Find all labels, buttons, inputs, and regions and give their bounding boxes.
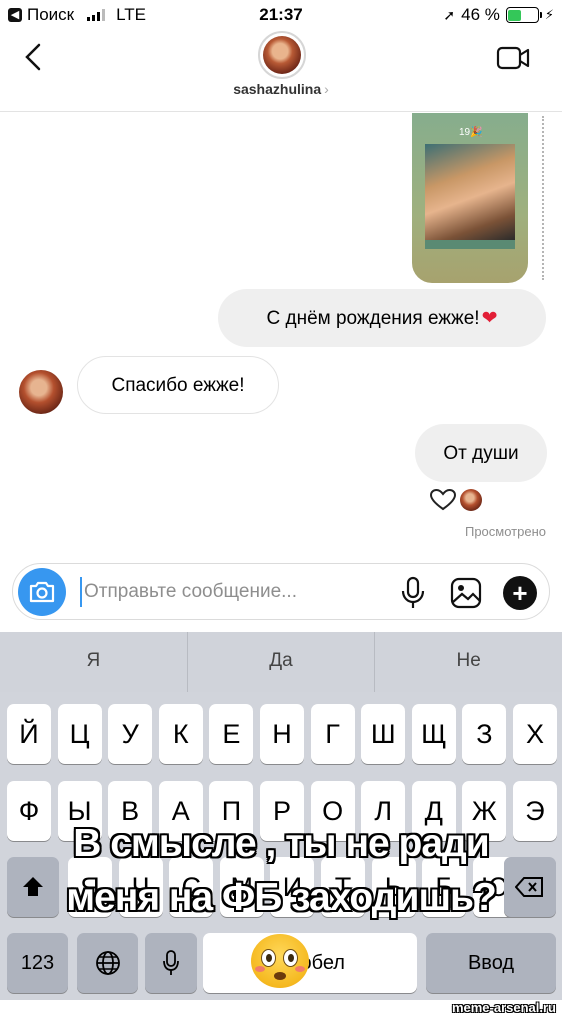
message-input[interactable]	[80, 577, 380, 607]
key-letter[interactable]: З	[462, 704, 507, 764]
meme-caption-line2: меня на ФБ заходишь?	[66, 876, 497, 919]
key-letter[interactable]: Х	[513, 704, 557, 764]
meme-caption-line1: В смысле , ты не ради	[73, 822, 490, 865]
plus-button[interactable]: +	[503, 576, 537, 610]
suggestion[interactable]: Я	[0, 632, 187, 692]
suggestion[interactable]: Да	[186, 632, 375, 692]
camera-button[interactable]	[18, 568, 66, 616]
message-bubble-outgoing[interactable]: С днём рождения ежже! ❤	[218, 289, 546, 347]
heart-emoji: ❤	[481, 307, 498, 329]
return-key[interactable]: Ввод	[426, 933, 556, 993]
chevron-right-icon: ›	[324, 81, 329, 97]
video-call-icon[interactable]	[496, 45, 530, 71]
back-arrow-icon[interactable]	[22, 42, 46, 72]
microphone-icon[interactable]	[400, 576, 426, 610]
message-reactions[interactable]	[430, 489, 482, 511]
story-tag: 19🎉	[459, 127, 483, 138]
contact-avatar[interactable]	[258, 31, 306, 79]
story-photo	[425, 144, 515, 240]
globe-icon	[95, 951, 120, 975]
key-letter[interactable]: Г	[310, 704, 355, 764]
microphone-icon	[163, 950, 179, 975]
shared-story-media[interactable]: 19🎉	[412, 113, 528, 283]
suggestion[interactable]: Не	[374, 632, 562, 692]
seen-status: Просмотрено	[464, 524, 546, 539]
heart-outline-icon[interactable]	[430, 489, 456, 511]
key-letter[interactable]: Н	[260, 704, 304, 764]
message-composer: +	[12, 563, 550, 620]
camera-icon	[29, 581, 55, 603]
back-to-app-icon[interactable]: ◀	[8, 8, 22, 22]
gallery-icon[interactable]	[449, 576, 483, 610]
scroll-indicator	[542, 116, 544, 280]
story-caption-bar	[425, 240, 515, 249]
contact-username[interactable]: sashazhulina ›	[0, 81, 562, 97]
back-app-label[interactable]: Поиск	[27, 5, 74, 25]
key-letter[interactable]: Ш	[361, 704, 406, 764]
message-bubble-incoming[interactable]: Спасибо ежже!	[77, 356, 279, 414]
battery-percent: 46 %	[461, 5, 500, 24]
key-letter[interactable]: Щ	[411, 704, 456, 764]
key-letter[interactable]: У	[108, 704, 153, 764]
signal-icon	[87, 9, 106, 21]
space-key[interactable]: Пробел	[203, 933, 417, 993]
key-letter[interactable]: К	[158, 704, 203, 764]
watermark: meme-arsenal.ru	[451, 1000, 556, 1015]
reaction-avatar	[460, 489, 482, 511]
flushed-emoji	[251, 934, 309, 988]
sender-avatar[interactable]	[19, 370, 63, 414]
numbers-key[interactable]: 123	[7, 933, 68, 993]
battery-icon	[505, 7, 542, 23]
location-icon: ➚	[443, 6, 456, 23]
dictation-key[interactable]	[145, 933, 197, 993]
suggestion-bar: Я Да Не	[0, 632, 562, 692]
message-bubble-outgoing[interactable]: От души	[415, 424, 547, 482]
status-bar: ◀ Поиск LTE 21:37 ➚ 46 % ⚡	[0, 0, 562, 30]
charging-icon: ⚡	[544, 7, 554, 22]
globe-key[interactable]	[77, 933, 138, 993]
key-letter[interactable]: Ц	[57, 704, 102, 764]
chat-header: sashazhulina ›	[0, 30, 562, 112]
key-letter[interactable]: Й	[7, 704, 51, 764]
key-letter[interactable]: Е	[209, 704, 254, 764]
network-label: LTE	[116, 5, 147, 24]
